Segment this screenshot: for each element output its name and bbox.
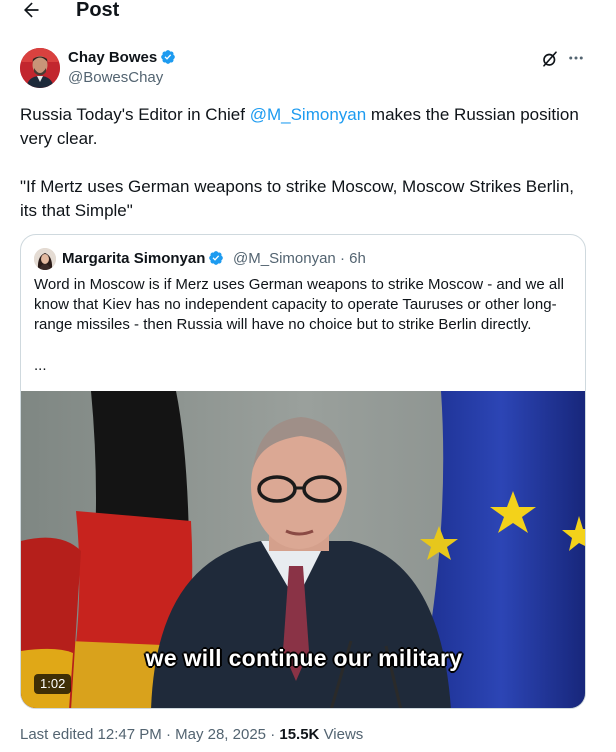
quoted-handle: @M_Simonyan <box>233 250 336 267</box>
video-player[interactable]: we will continue our military 1:02 <box>21 391 585 708</box>
meta-separator: · <box>339 250 345 267</box>
quoted-avatar[interactable] <box>34 248 56 270</box>
tweet-text-part: Russia Today's Editor in Chief <box>20 105 250 124</box>
avatar[interactable] <box>20 48 60 88</box>
quoted-post[interactable]: Margarita Simonyan @M_Simonyan · 6h Word… <box>20 234 586 709</box>
top-bar: Post <box>0 0 616 24</box>
tweet-quote-paragraph: "If Mertz uses German weapons to strike … <box>20 177 574 220</box>
video-subtitle: we will continue our military <box>145 645 463 671</box>
post-date[interactable]: May 28, 2025 <box>175 726 266 743</box>
tweet-paragraph: Russia Today's Editor in Chief @M_Simony… <box>20 103 592 151</box>
mention-link[interactable]: @M_Simonyan <box>250 105 366 124</box>
edited-timestamp[interactable]: Last edited 12:47 PM <box>20 726 162 743</box>
arrow-left-icon[interactable] <box>20 0 42 20</box>
page-title: Post <box>76 0 120 21</box>
verified-badge-icon <box>161 50 176 64</box>
author-name-text: Chay Bowes <box>68 49 158 66</box>
verified-badge-icon <box>209 251 224 265</box>
author-handle[interactable]: @BowesChay <box>68 69 163 87</box>
quoted-time: 6h <box>349 250 366 267</box>
meta-separator: · <box>165 726 171 743</box>
grok-icon[interactable] <box>540 50 560 68</box>
quoted-author-name-text: Margarita Simonyan <box>62 250 206 267</box>
quoted-ellipsis: ... <box>34 357 47 374</box>
quoted-text: Word in Moscow is if Merz uses German we… <box>34 276 564 333</box>
views-label: Views <box>323 726 364 743</box>
meta-separator: · <box>270 726 276 743</box>
quoted-author-name: Margarita Simonyan <box>62 250 224 268</box>
post-meta: Last edited 12:47 PM · May 28, 2025 · 15… <box>20 725 363 745</box>
video-duration-badge: 1:02 <box>34 674 72 694</box>
author-name[interactable]: Chay Bowes <box>68 49 176 67</box>
more-horizontal-icon[interactable] <box>566 49 586 67</box>
tweet-text: Russia Today's Editor in Chief @M_Simony… <box>20 103 592 223</box>
quoted-meta: @M_Simonyan · 6h <box>233 250 366 268</box>
views-count: 15.5K <box>279 726 320 743</box>
